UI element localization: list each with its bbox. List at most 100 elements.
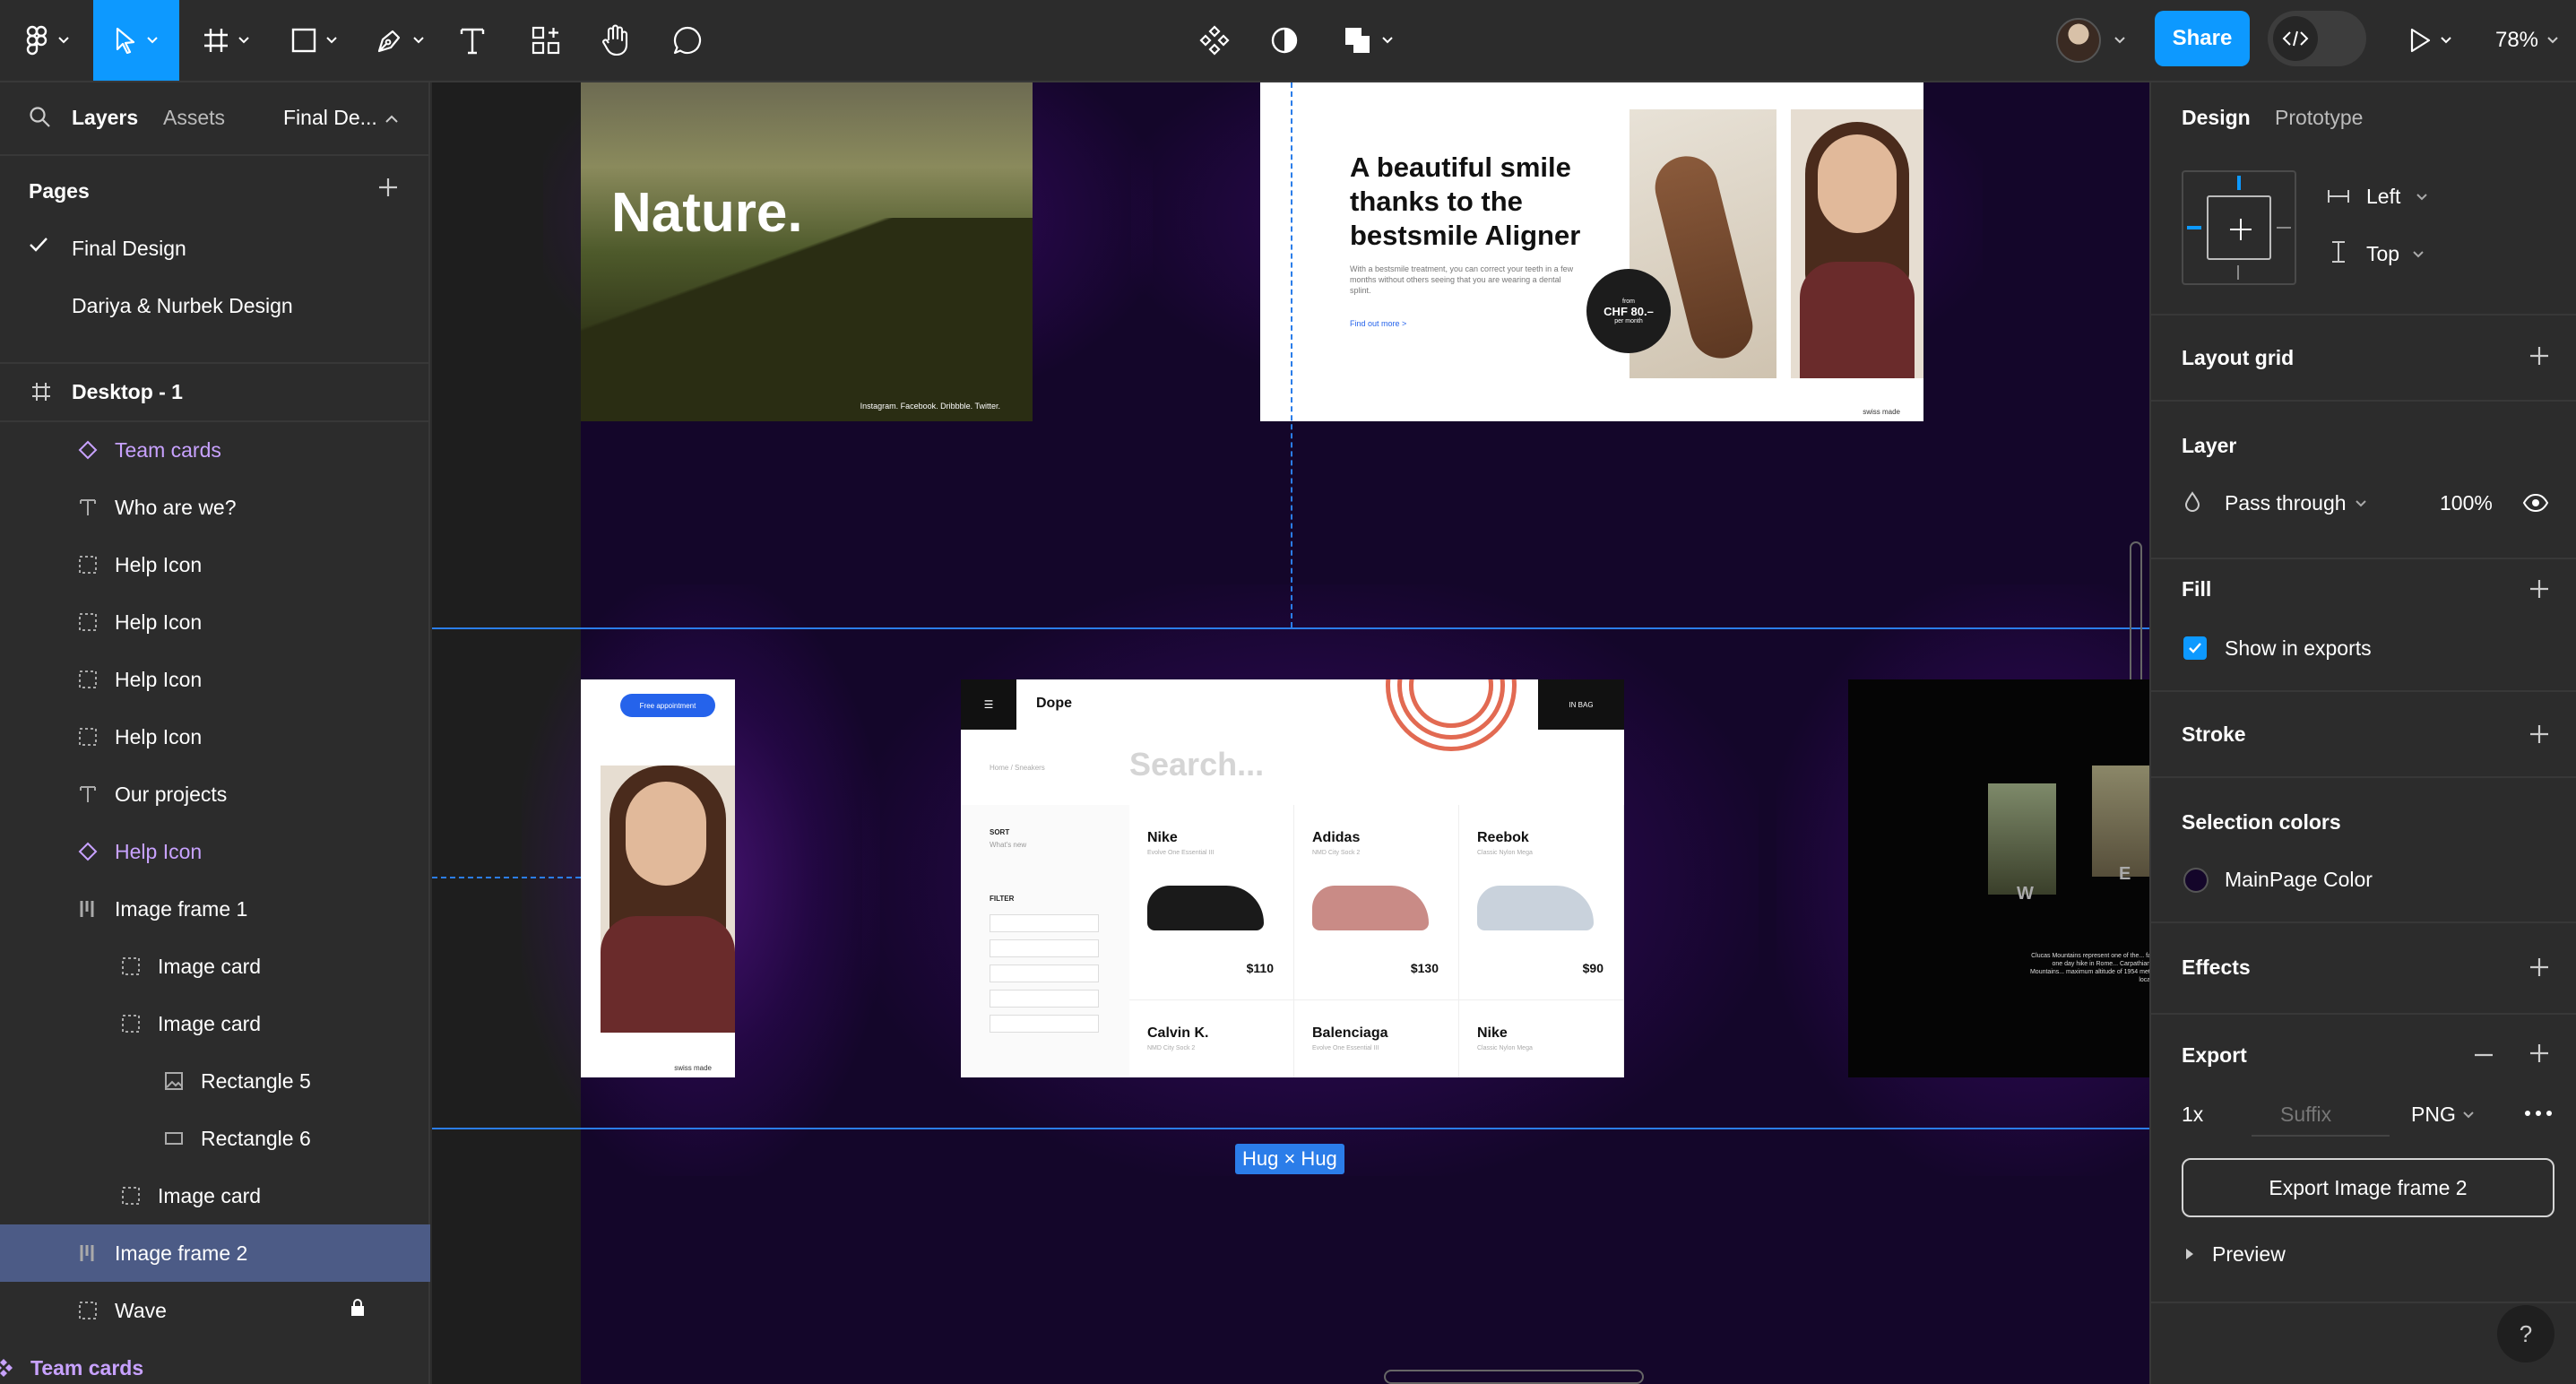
pen-icon: [377, 30, 401, 53]
layer-row[interactable]: Image card: [0, 1167, 430, 1224]
move-tool-button[interactable]: [93, 0, 179, 81]
image-card-dope-shop[interactable]: ☰ Dope IN BAG Home / Sneakers Search... …: [961, 679, 1624, 1077]
text-tool-button[interactable]: [452, 0, 493, 81]
layer-row[interactable]: Rectangle 5: [0, 1052, 430, 1110]
layer-row[interactable]: Who are we?: [0, 479, 430, 536]
layer-frame-desktop[interactable]: Desktop - 1: [0, 363, 430, 420]
layer-row[interactable]: Help Icon: [0, 823, 430, 880]
layer-row[interactable]: Help Icon: [0, 593, 430, 651]
layer-row[interactable]: Help Icon: [0, 536, 430, 593]
add-stroke-plus-icon[interactable]: [2528, 722, 2551, 746]
tab-layers[interactable]: Layers: [72, 106, 138, 130]
user-avatar[interactable]: [2056, 18, 2101, 63]
page-item-dariya-nurbek[interactable]: Dariya & Nurbek Design: [72, 294, 293, 318]
divider: [2151, 776, 2576, 778]
layer-row[interactable]: Image card: [0, 938, 430, 995]
add-export-plus-icon[interactable]: [2528, 1042, 2551, 1065]
image-icon: [161, 1068, 186, 1094]
remove-export-minus-icon[interactable]: [2472, 1052, 2495, 1058]
image-card-smile[interactable]: A beautiful smile thanks to the bestsmil…: [1260, 82, 1923, 421]
layer-label: Image frame 2: [115, 1241, 248, 1265]
present-button[interactable]: [2400, 0, 2459, 81]
hamburger-icon: ☰: [961, 679, 1016, 730]
chevron-down-icon: [413, 37, 424, 44]
share-button[interactable]: Share: [2155, 11, 2250, 66]
canvas-horizontal-scrollbar[interactable]: [1384, 1370, 1644, 1384]
add-page-plus-icon[interactable]: [376, 176, 400, 199]
export-format-select[interactable]: PNG: [2411, 1103, 2456, 1127]
horizontal-constraint-select[interactable]: Left: [2366, 185, 2400, 209]
layer-row[interactable]: Rectangle 6: [0, 1110, 430, 1167]
cart-badge: IN BAG: [1538, 679, 1624, 730]
constraints-widget[interactable]: [2182, 170, 2296, 285]
constraint-bottom-indicator[interactable]: [2237, 265, 2239, 280]
canvas[interactable]: Nature. Instagram. Facebook. Dribbble. T…: [432, 82, 2149, 1384]
image-card-mountains-dark[interactable]: W E Clucas Mountains represent one of th…: [1848, 679, 2149, 1077]
search-icon[interactable]: [29, 106, 52, 129]
more-options-icon[interactable]: [2524, 1110, 2553, 1117]
layer-row[interactable]: Our projects: [0, 766, 430, 823]
add-effect-plus-icon[interactable]: [2528, 956, 2551, 979]
avatar-menu-button[interactable]: [2106, 0, 2133, 81]
layer-row[interactable]: Image frame 2: [0, 1224, 430, 1282]
hand-tool-button[interactable]: [592, 0, 640, 81]
tab-assets[interactable]: Assets: [163, 106, 225, 130]
tab-prototype[interactable]: Prototype: [2275, 106, 2363, 130]
layer-row[interactable]: Wave: [0, 1282, 430, 1339]
export-suffix-input[interactable]: Suffix: [2252, 1090, 2390, 1137]
layer-label: Image card: [158, 1183, 262, 1207]
hug-size-label: Hug × Hug: [1235, 1144, 1344, 1174]
export-button[interactable]: Export Image frame 2: [2182, 1158, 2554, 1217]
caret-right-icon[interactable]: [2185, 1248, 2194, 1260]
page-selector[interactable]: Final De...: [283, 106, 377, 130]
layer-row[interactable]: Help Icon: [0, 708, 430, 766]
layer-row[interactable]: Team cards: [0, 421, 430, 479]
layer-row[interactable]: Team cards: [0, 1339, 430, 1384]
boolean-ops-button[interactable]: [1334, 0, 1402, 81]
add-fill-plus-icon[interactable]: [2528, 577, 2551, 601]
add-layout-grid-plus-icon[interactable]: [2528, 344, 2551, 368]
pen-tool-button[interactable]: [366, 0, 434, 81]
chevron-up-icon[interactable]: [385, 115, 398, 123]
price-value: CHF 80.–: [1604, 304, 1654, 318]
constraint-top-indicator[interactable]: [2237, 176, 2241, 190]
export-scale-select[interactable]: 1x: [2182, 1103, 2203, 1127]
face-shape: [626, 782, 706, 886]
dev-mode-toggle[interactable]: [2268, 11, 2366, 66]
constraint-right-indicator[interactable]: [2277, 227, 2291, 229]
preview-toggle[interactable]: Preview: [2212, 1242, 2286, 1267]
layer-row[interactable]: Help Icon: [0, 651, 430, 708]
page-item-final-design[interactable]: Final Design: [72, 237, 186, 261]
constraint-left-indicator[interactable]: [2187, 226, 2201, 229]
shape-tool-button[interactable]: [280, 0, 348, 81]
dashed-frame-icon: [75, 552, 100, 577]
layer-header: Layer: [2182, 434, 2237, 457]
opacity-input[interactable]: 100%: [2440, 491, 2493, 515]
help-button[interactable]: ?: [2497, 1305, 2554, 1362]
body-shape: [601, 916, 735, 1033]
main-menu-button[interactable]: [16, 0, 79, 81]
frame-tool-button[interactable]: [192, 0, 260, 81]
layer-row[interactable]: Image frame 1: [0, 880, 430, 938]
image-card-nature[interactable]: Nature. Instagram. Facebook. Dribbble. T…: [581, 82, 1033, 421]
export-header: Export: [2182, 1043, 2247, 1067]
component-instance-icon: [75, 437, 100, 463]
free-appointment-pill: Free appointment: [620, 694, 715, 717]
mask-button[interactable]: [1262, 0, 1307, 81]
image-card-woman[interactable]: Free appointment swiss made: [581, 679, 735, 1077]
dev-mode-knob: [2273, 16, 2318, 61]
resources-tool-button[interactable]: [523, 0, 568, 81]
eye-icon[interactable]: [2522, 493, 2549, 513]
create-component-button[interactable]: [1192, 0, 1237, 81]
chevron-down-icon: [2114, 37, 2125, 44]
vertical-constraint-select[interactable]: Top: [2366, 242, 2399, 266]
lock-icon[interactable]: [350, 1298, 366, 1323]
layer-row[interactable]: Image card: [0, 995, 430, 1052]
comment-tool-button[interactable]: [663, 0, 712, 81]
blend-mode-select[interactable]: Pass through: [2225, 491, 2347, 515]
tab-design[interactable]: Design: [2182, 106, 2251, 130]
zoom-menu[interactable]: 78%: [2486, 0, 2567, 81]
show-in-exports-checkbox[interactable]: [2183, 636, 2207, 660]
selection-color-name[interactable]: MainPage Color: [2225, 868, 2373, 892]
color-swatch[interactable]: [2183, 868, 2209, 893]
